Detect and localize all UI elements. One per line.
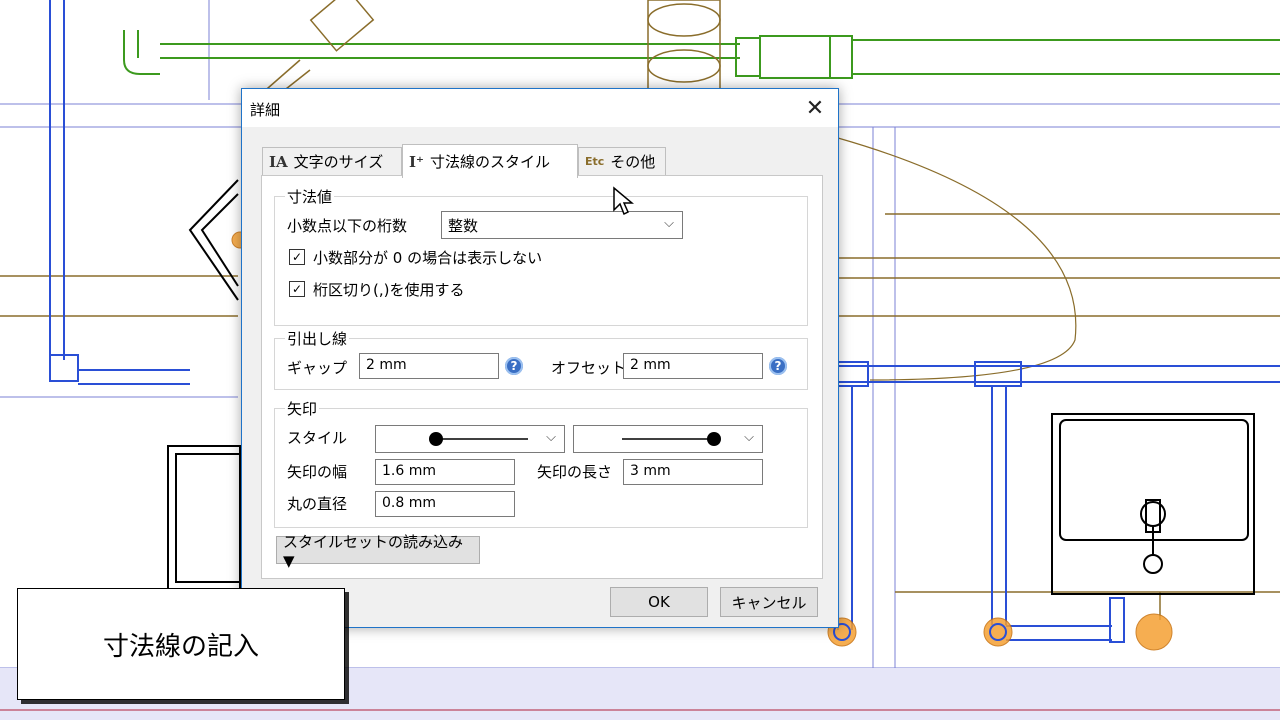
arrow-style-label: スタイル	[287, 429, 348, 447]
chevron-down-icon: ⌵	[744, 430, 754, 445]
hide-zero-checkbox[interactable]: ✓	[289, 249, 305, 265]
chevron-down-icon: ⌵	[664, 216, 674, 231]
dialog-title: 詳細	[250, 101, 281, 119]
group-leader: 引出し線 ギャップ 2 mm ? オフセット 2 mm ?	[274, 328, 808, 390]
text-size-icon: IA	[269, 152, 288, 171]
cancel-button[interactable]: キャンセル	[720, 587, 818, 617]
decimal-places-value: 整数	[448, 217, 479, 235]
close-icon[interactable]: ✕	[792, 89, 838, 127]
dialog-titlebar[interactable]: 詳細 ✕	[242, 89, 838, 127]
offset-help-icon[interactable]: ?	[769, 357, 787, 375]
chevron-down-icon: ⌵	[546, 430, 556, 445]
decimal-places-select[interactable]: 整数 ⌵	[441, 211, 683, 239]
gap-help-icon[interactable]: ?	[505, 357, 523, 375]
ok-button[interactable]: OK	[610, 587, 708, 617]
etc-icon: Etc	[585, 155, 605, 168]
group-dimension-value-label: 寸法値	[285, 186, 335, 207]
tab-text-size[interactable]: IA 文字のサイズ	[262, 147, 402, 175]
caption-box: 寸法線の記入	[17, 588, 345, 700]
dot-diameter-input[interactable]: 0.8 mm	[375, 491, 515, 517]
dimension-style-icon: I⁺	[409, 152, 424, 171]
tab-dimension-style-label: 寸法線のスタイル	[429, 153, 550, 171]
arrow-end-style-select[interactable]: ⌵	[573, 425, 763, 453]
tab-dimension-style[interactable]: I⁺ 寸法線のスタイル	[402, 144, 578, 178]
thousands-separator-label: 桁区切り(,)を使用する	[313, 281, 465, 299]
gold-fixtures	[259, 0, 721, 101]
gap-input[interactable]: 2 mm	[359, 353, 499, 379]
offset-input[interactable]: 2 mm	[623, 353, 763, 379]
tab-text-size-label: 文字のサイズ	[293, 153, 384, 171]
decimal-places-label: 小数点以下の桁数	[287, 217, 408, 235]
arrow-width-label: 矢印の幅	[287, 463, 348, 481]
arrow-length-input[interactable]: 3 mm	[623, 459, 763, 485]
offset-label: オフセット	[551, 359, 627, 377]
gap-label: ギャップ	[287, 359, 348, 377]
tab-other-label: その他	[610, 153, 656, 171]
mouse-cursor-icon	[613, 186, 634, 216]
details-dialog: 詳細 ✕ IA 文字のサイズ I⁺ 寸法線のスタイル Etc その他 寸法値 小…	[241, 88, 839, 628]
group-arrow-label: 矢印	[285, 398, 320, 419]
caption-text: 寸法線の記入	[102, 631, 259, 662]
load-style-set-button[interactable]: スタイルセットの読み込み ▼	[276, 533, 480, 570]
tab-panel-dimension-style: 寸法値 小数点以下の桁数 整数 ⌵ ✓ 小数部分が 0 の場合は表示しない ✓ …	[261, 175, 823, 579]
arrow-width-input[interactable]: 1.6 mm	[375, 459, 515, 485]
hide-zero-label: 小数部分が 0 の場合は表示しない	[313, 249, 543, 267]
dot-arrow-end-icon	[622, 432, 721, 446]
dot-arrow-start-icon	[429, 432, 528, 446]
arrow-length-label: 矢印の長さ	[537, 463, 613, 481]
arrow-start-style-select[interactable]: ⌵	[375, 425, 565, 453]
tab-other[interactable]: Etc その他	[578, 147, 666, 175]
thousands-separator-checkbox[interactable]: ✓	[289, 281, 305, 297]
group-leader-label: 引出し線	[285, 328, 350, 349]
group-dimension-value: 寸法値 小数点以下の桁数 整数 ⌵ ✓ 小数部分が 0 の場合は表示しない ✓ …	[274, 186, 808, 326]
dot-diameter-label: 丸の直径	[287, 495, 348, 513]
group-arrow: 矢印 スタイル ⌵ ⌵ 矢印の幅 1.6 mm 矢印の長さ 3 mm 丸の直径 …	[274, 398, 808, 528]
green-pipe	[123, 30, 1280, 79]
